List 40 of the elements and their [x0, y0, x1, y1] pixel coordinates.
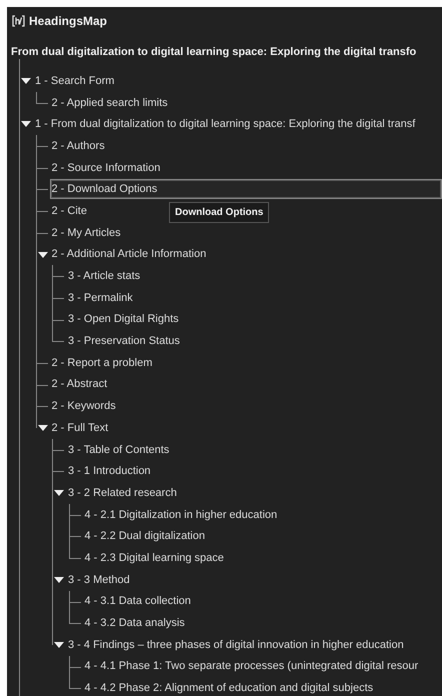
- heading-item[interactable]: 2 - My Articles: [50, 222, 122, 243]
- app-title: HeadingsMap: [29, 13, 108, 30]
- logo-icon: [12, 15, 25, 27]
- caret-down-icon[interactable]: [54, 576, 64, 584]
- heading-item[interactable]: 3 - 4 Findings – three phases of digital innovation in higher education: [66, 634, 405, 655]
- heading-item[interactable]: 2 - Full Text: [50, 418, 110, 438]
- heading-item[interactable]: 3 - Table of Contents: [66, 440, 170, 460]
- heading-item[interactable]: 3 - Open Digital Rights: [66, 309, 180, 330]
- heading-item[interactable]: 1 - From dual digitalization to digital learning space: Exploring the digital transf: [33, 114, 416, 134]
- heading-item[interactable]: 4 - 4.1 Phase 1: Two separate processes (unintegrated digital resour: [82, 656, 420, 676]
- caret-down-icon[interactable]: [21, 120, 31, 128]
- document-title: From dual digitalization to digital learning space: Exploring the digital transfo: [11, 46, 416, 58]
- heading-item[interactable]: 3 - Preservation Status: [66, 331, 181, 352]
- heading-item[interactable]: 1 - Search Form: [33, 70, 116, 91]
- caret-down-icon[interactable]: [54, 489, 64, 498]
- heading-item[interactable]: 4 - 2.3 Digital learning space: [82, 548, 225, 568]
- caret-down-icon[interactable]: [54, 640, 64, 649]
- heading-item[interactable]: 4 - 3.1 Data collection: [82, 591, 192, 612]
- heading-item[interactable]: 3 - 2 Related research: [66, 482, 178, 503]
- caret-down-icon[interactable]: [38, 424, 48, 432]
- heading-item[interactable]: 3 - 1 Introduction: [66, 461, 152, 482]
- heading-item[interactable]: 2 - Abstract: [50, 374, 108, 394]
- heading-item[interactable]: 4 - 4.2 Phase 2: Alignment of education and digital subjects: [82, 678, 374, 696]
- tooltip: Download Options: [169, 202, 270, 223]
- caret-down-icon[interactable]: [21, 77, 31, 85]
- heading-item[interactable]: 3 - Permalink: [66, 288, 134, 308]
- heading-item[interactable]: 2 - Additional Article Information: [50, 244, 208, 264]
- heading-item[interactable]: 2 - Applied search limits: [50, 92, 169, 113]
- heading-item[interactable]: 2 - Source Information: [50, 158, 162, 178]
- heading-item[interactable]: 3 - Article stats: [66, 266, 142, 286]
- heading-item[interactable]: 2 - Cite: [50, 200, 88, 221]
- heading-item[interactable]: 2 - Download Options: [50, 179, 442, 200]
- heading-item[interactable]: 2 - Authors: [50, 136, 106, 156]
- heading-item[interactable]: 4 - 3.2 Data analysis: [82, 613, 186, 634]
- heading-item[interactable]: 2 - Report a problem: [50, 352, 154, 373]
- caret-down-icon[interactable]: [38, 250, 48, 258]
- heading-item[interactable]: 4 - 2.1 Digitalization in higher education: [82, 504, 278, 525]
- heading-item[interactable]: 3 - 3 Method: [66, 570, 131, 590]
- heading-item[interactable]: 4 - 2.2 Dual digitalization: [82, 526, 206, 546]
- heading-item[interactable]: 2 - Keywords: [50, 396, 117, 416]
